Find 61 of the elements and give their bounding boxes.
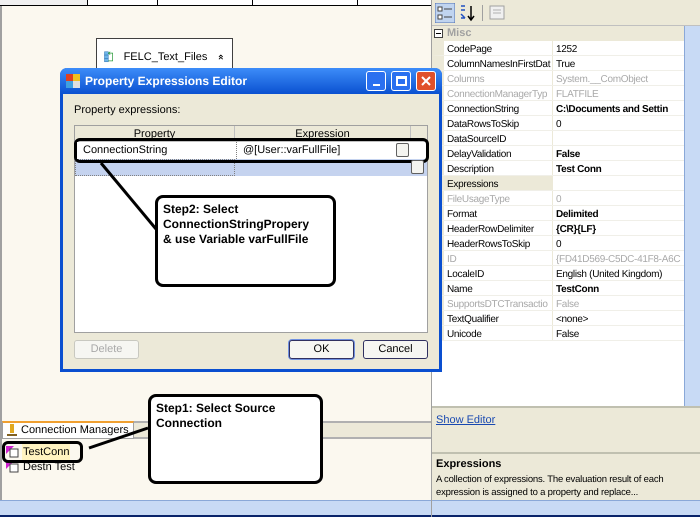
minimize-button[interactable] (366, 70, 386, 91)
description-text: A collection of expressions. The evaluation result of each expression is assigned to a property and replace... (436, 472, 664, 498)
property-name[interactable]: Unicode (447, 329, 482, 340)
collapse-toggle[interactable] (434, 29, 442, 38)
property-value[interactable]: {CR}{LF} (556, 224, 596, 235)
expression-cell[interactable]: @[User::varFullFile] (243, 144, 340, 156)
show-editor-link[interactable]: Show Editor (436, 414, 496, 426)
property-name[interactable]: DataRowsToSkip (447, 119, 519, 130)
flat-file-icon (6, 446, 20, 458)
property-name[interactable]: Format (447, 209, 477, 220)
property-name[interactable]: DataSourceID (447, 134, 506, 145)
property-value[interactable]: C:\Documents and Settin (556, 104, 668, 115)
maximize-button[interactable] (391, 70, 411, 91)
close-icon (421, 76, 431, 86)
column-header: Expression (235, 126, 411, 141)
property-name[interactable]: LocaleID (447, 269, 484, 280)
property-name[interactable]: ConnectionString (447, 104, 519, 115)
expressions-label: Property expressions: (74, 102, 182, 118)
property-value[interactable]: <none> (556, 314, 588, 325)
flat-file-icon (6, 460, 20, 474)
connector-icon (7, 424, 17, 437)
horizontal-scrollbar[interactable] (432, 500, 700, 517)
property-value[interactable]: 1252 (556, 44, 578, 55)
expression-row[interactable]: ConnectionString @[User::varFullFile] (77, 142, 412, 159)
horizontal-scrollbar[interactable] (0, 500, 431, 517)
property-value[interactable]: 0 (556, 239, 562, 250)
app-icon (66, 74, 80, 88)
category-label: Misc (446, 26, 472, 42)
close-button[interactable] (416, 70, 436, 91)
property-value[interactable]: TestConn (556, 284, 599, 295)
ellipsis-button[interactable] (411, 160, 424, 174)
connection-item[interactable]: TestConn (22, 444, 70, 460)
property-name[interactable]: CodePage (447, 44, 492, 55)
categorized-icon[interactable] (435, 2, 455, 22)
property-value[interactable]: Test Conn (556, 164, 602, 175)
property-name[interactable]: HeaderRowsToSkip (447, 239, 530, 250)
property-name[interactable]: Name (447, 284, 472, 295)
callout-text: Step1: Select Source Connection (156, 401, 276, 431)
property-name[interactable]: TextQualifier (447, 314, 499, 325)
property-value[interactable]: False (556, 149, 580, 160)
column-header: Property (75, 126, 235, 141)
dialog-button[interactable]: Cancel (363, 340, 428, 359)
connection-managers-tab[interactable]: Connection Managers (2, 421, 134, 439)
property-name[interactable]: DelayValidation (447, 149, 512, 160)
property-name[interactable]: Description (447, 164, 494, 175)
property-value[interactable]: 0 (556, 119, 562, 130)
property-name[interactable]: ColumnNamesInFirstDat (447, 59, 550, 70)
vertical-scrollbar[interactable] (684, 26, 700, 406)
property-value[interactable]: True (556, 59, 575, 70)
ellipsis-button[interactable] (396, 143, 409, 157)
task-name: FELC_Text_Files (124, 50, 208, 65)
dialog-button[interactable]: OK (289, 340, 354, 359)
description-title: Expressions (436, 457, 502, 472)
property-value[interactable]: English (United Kingdom) (556, 269, 662, 280)
callout-text: Step2: Select ConnectionStringPropery & use Variable varFullFile (163, 202, 310, 247)
property-name[interactable]: HeaderRowDelimiter (447, 224, 534, 235)
property-value[interactable]: False (556, 329, 579, 340)
sort-icon[interactable] (458, 4, 476, 22)
property-pages-icon (489, 5, 505, 20)
property-value[interactable]: Delimited (556, 209, 598, 220)
property-cell[interactable]: ConnectionString (83, 144, 168, 156)
